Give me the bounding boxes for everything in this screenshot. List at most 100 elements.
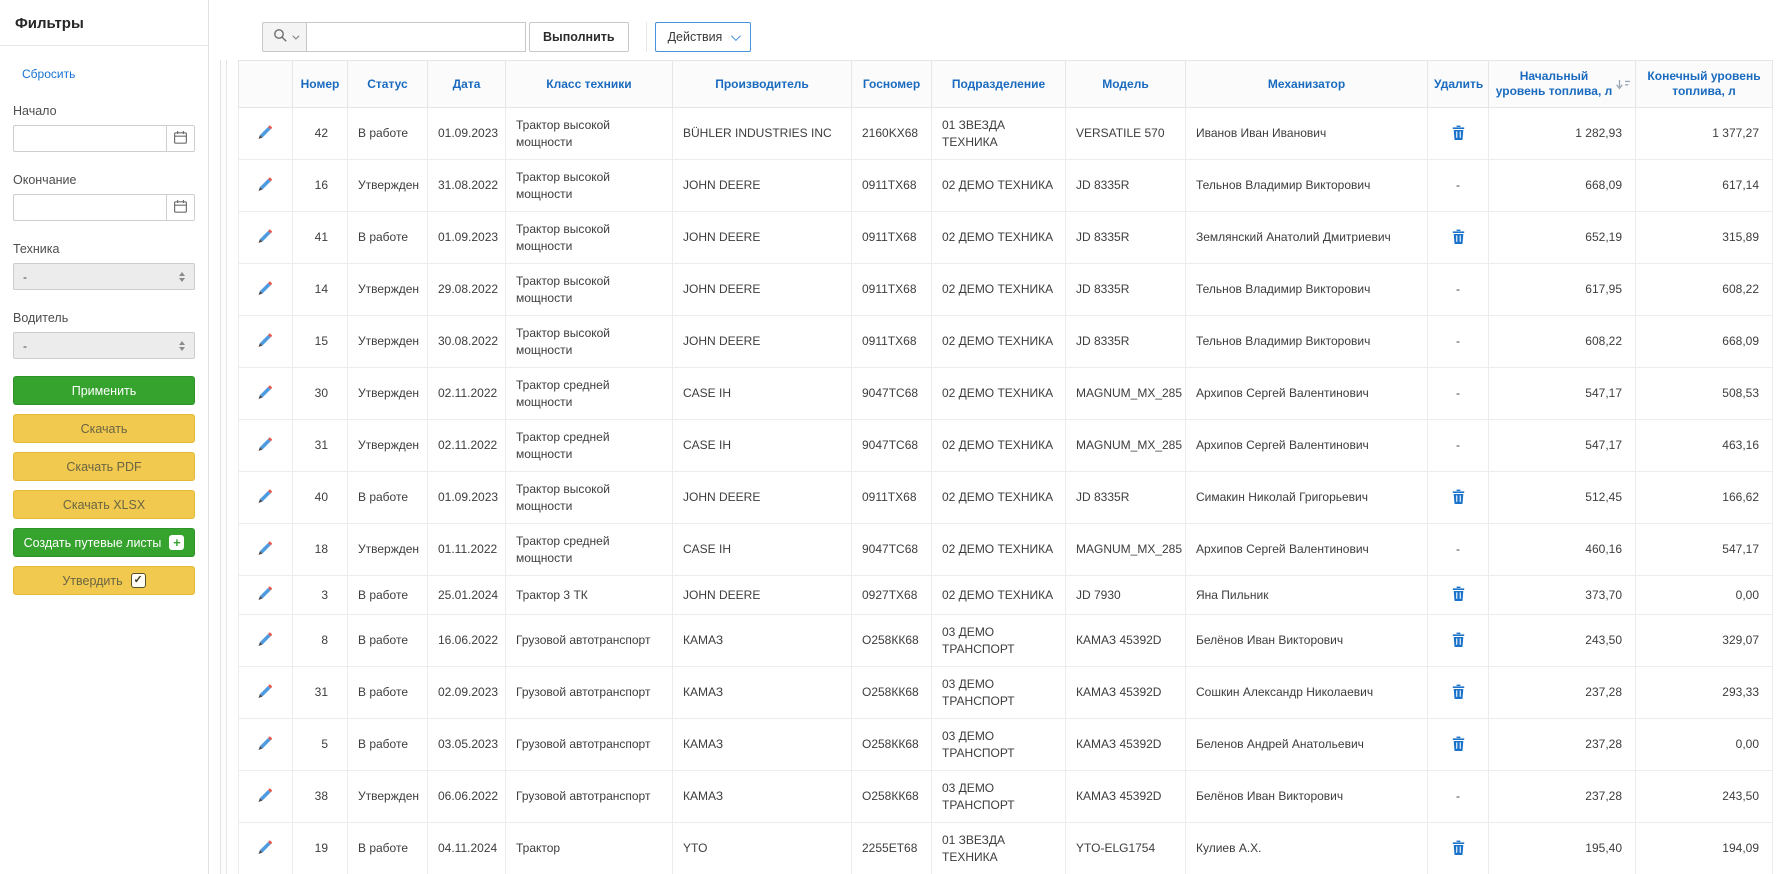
column-header-manufacturer[interactable]: Производитель	[673, 61, 852, 108]
delete-row-button[interactable]	[1452, 840, 1465, 858]
cell-plate: 0911TX68	[852, 264, 932, 316]
cell-model: КАМАЗ 45392D	[1066, 771, 1186, 823]
cell-manufacturer: JOHN DEERE	[673, 472, 852, 524]
cell-date: 04.11.2024	[428, 823, 506, 874]
delete-row-button[interactable]	[1452, 684, 1465, 702]
edit-row-button[interactable]	[257, 787, 274, 807]
cell-fuel_start: 1 282,93	[1489, 108, 1636, 160]
cell-manufacturer: CASE IH	[673, 368, 852, 420]
delete-row-button[interactable]	[1452, 489, 1465, 507]
column-header-number[interactable]: Номер	[293, 61, 348, 108]
column-header-label: Подразделение	[952, 77, 1045, 91]
delete-row-button[interactable]	[1452, 125, 1465, 143]
cell-fuel_start: 237,28	[1489, 667, 1636, 719]
edit-row-button[interactable]	[257, 631, 274, 651]
edit-row-button[interactable]	[257, 585, 274, 605]
actions-menu-button[interactable]: Действия	[655, 22, 752, 52]
column-header-status[interactable]: Статус	[348, 61, 428, 108]
column-header-class[interactable]: Класс техники	[506, 61, 673, 108]
table-row: 42В работе01.09.2023Трактор высокой мощн…	[239, 108, 1773, 160]
edit-row-button[interactable]	[257, 839, 274, 859]
cell-fuel_start: 608,22	[1489, 316, 1636, 368]
edit-row-button[interactable]	[257, 436, 274, 456]
trash-icon	[1452, 632, 1465, 650]
apply-button[interactable]: Применить	[13, 376, 195, 405]
search-input[interactable]	[306, 22, 526, 52]
cell-division: 02 ДЕМО ТЕХНИКА	[932, 212, 1066, 264]
column-header-label: Класс техники	[546, 77, 631, 91]
equipment-select-value: -	[23, 270, 27, 284]
equipment-label: Техника	[13, 242, 195, 256]
cell-fuel_end: 508,53	[1636, 368, 1773, 420]
column-header-delete[interactable]: Удалить	[1428, 61, 1489, 108]
edit-row-button[interactable]	[257, 735, 274, 755]
column-header-edit[interactable]	[239, 61, 293, 108]
edit-row-button[interactable]	[257, 540, 274, 560]
cell-class: Трактор 3 ТК	[506, 576, 673, 615]
edit-row-button[interactable]	[257, 332, 274, 352]
cell-status: Утвержден	[348, 160, 428, 212]
column-header-date[interactable]: Дата	[428, 61, 506, 108]
delete-row-button[interactable]	[1452, 632, 1465, 650]
calendar-icon	[173, 199, 188, 217]
pencil-icon	[257, 332, 274, 352]
cell-fuel_start: 668,09	[1489, 160, 1636, 212]
cell-delete: -	[1428, 420, 1489, 472]
column-header-fuel_start[interactable]: Начальный уровень топлива, л	[1489, 61, 1636, 108]
edit-row-button[interactable]	[257, 683, 274, 703]
equipment-field-group: Техника -	[13, 242, 195, 290]
cell-division: 02 ДЕМО ТЕХНИКА	[932, 264, 1066, 316]
cell-model: КАМАЗ 45392D	[1066, 667, 1186, 719]
delete-row-button[interactable]	[1452, 229, 1465, 247]
approve-button[interactable]: Утвердить✓	[13, 566, 195, 595]
start-date-input[interactable]	[14, 126, 166, 151]
cell-number: 40	[293, 472, 348, 524]
column-header-label: Производитель	[715, 77, 809, 91]
end-date-wrap	[13, 194, 195, 221]
driver-select[interactable]: -	[13, 332, 195, 359]
cell-division: 02 ДЕМО ТЕХНИКА	[932, 420, 1066, 472]
start-calendar-button[interactable]	[166, 126, 194, 151]
cell-fuel_end: 463,16	[1636, 420, 1773, 472]
cell-division: 02 ДЕМО ТЕХНИКА	[932, 576, 1066, 615]
create-waybills-button[interactable]: Создать путевые листы+	[13, 528, 195, 557]
sidebar-divider	[0, 45, 208, 46]
column-header-fuel_end[interactable]: Конечный уровень топлива, л	[1636, 61, 1773, 108]
edit-row-button[interactable]	[257, 124, 274, 144]
edit-row-button[interactable]	[257, 488, 274, 508]
equipment-select[interactable]: -	[13, 263, 195, 290]
cell-plate: 2255ET68	[852, 823, 932, 874]
edit-row-button[interactable]	[257, 280, 274, 300]
download-xlsx-button[interactable]: Скачать XLSX	[13, 490, 195, 519]
cell-model: КАМАЗ 45392D	[1066, 719, 1186, 771]
delete-row-button[interactable]	[1452, 586, 1465, 604]
download-button[interactable]: Скачать	[13, 414, 195, 443]
delete-row-button[interactable]	[1452, 736, 1465, 754]
download-pdf-button[interactable]: Скачать PDF	[13, 452, 195, 481]
cell-edit	[239, 368, 293, 420]
cell-model: JD 7930	[1066, 576, 1186, 615]
cell-operator: Землянский Анатолий Дмитриевич	[1186, 212, 1428, 264]
cell-model: JD 8335R	[1066, 316, 1186, 368]
cell-date: 29.08.2022	[428, 264, 506, 316]
end-date-input[interactable]	[14, 195, 166, 220]
reset-filters-link[interactable]: Сбросить	[22, 67, 75, 81]
edit-row-button[interactable]	[257, 228, 274, 248]
execute-button[interactable]: Выполнить	[529, 22, 629, 52]
checkbox-checked-icon: ✓	[131, 573, 146, 588]
column-header-model[interactable]: Модель	[1066, 61, 1186, 108]
arrow-down-icon	[179, 347, 185, 351]
column-header-division[interactable]: Подразделение	[932, 61, 1066, 108]
cell-operator: Сошкин Александр Николаевич	[1186, 667, 1428, 719]
cell-fuel_start: 373,70	[1489, 576, 1636, 615]
cell-model: MAGNUM_MX_285	[1066, 420, 1186, 472]
edit-row-button[interactable]	[257, 176, 274, 196]
end-calendar-button[interactable]	[166, 195, 194, 220]
column-header-plate[interactable]: Госномер	[852, 61, 932, 108]
search-options-button[interactable]	[262, 22, 306, 52]
cell-division: 01 ЗВЕЗДА ТЕХНИКА	[932, 823, 1066, 874]
cell-class: Трактор	[506, 823, 673, 874]
edit-row-button[interactable]	[257, 384, 274, 404]
cell-status: В работе	[348, 719, 428, 771]
column-header-operator[interactable]: Механизатор	[1186, 61, 1428, 108]
